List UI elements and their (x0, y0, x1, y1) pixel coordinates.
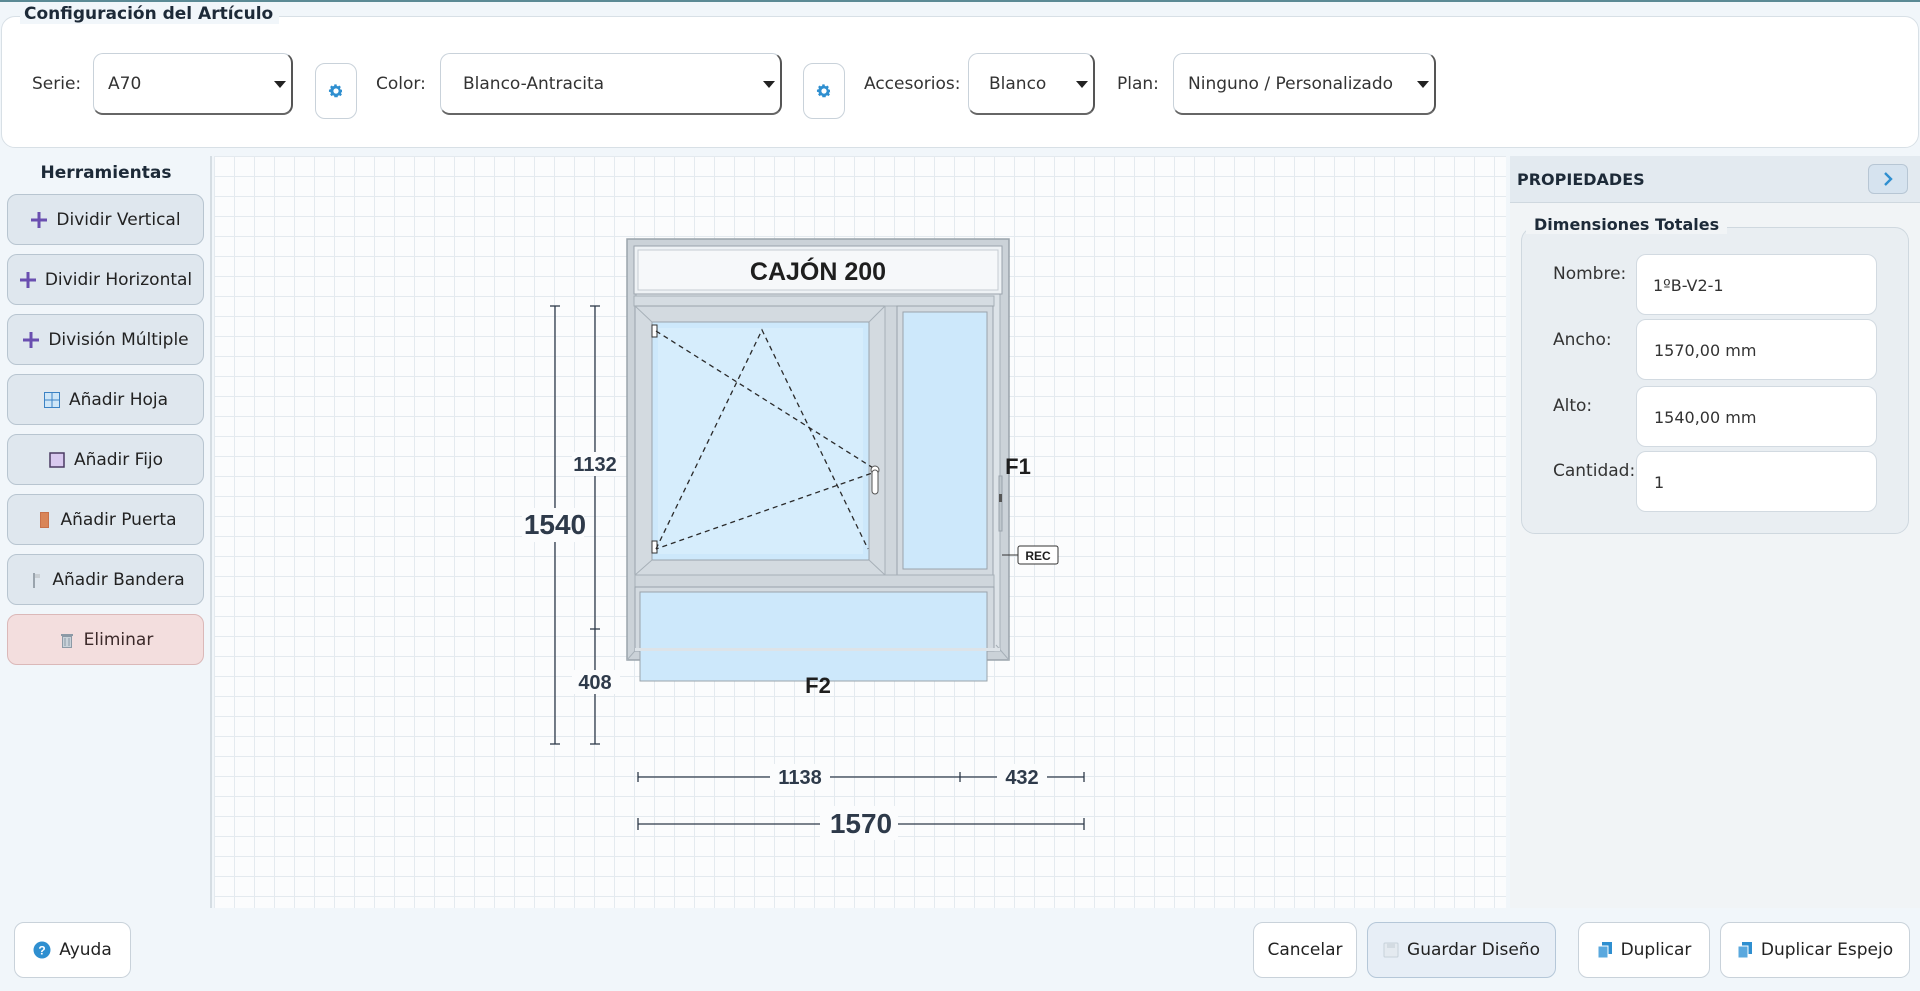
duplicate-mirror-button[interactable]: Duplicar Espejo (1720, 922, 1910, 978)
duplicate-button[interactable]: Duplicar (1578, 922, 1710, 978)
chevron-down-icon (274, 81, 286, 88)
cantidad-field[interactable]: 1 (1636, 451, 1877, 512)
cancel-button[interactable]: Cancelar (1253, 922, 1357, 978)
pane-f2-label: F2 (805, 673, 831, 698)
add-door-button[interactable]: Añadir Puerta (7, 494, 204, 545)
plan-label: Plan: (1117, 74, 1159, 94)
plus-icon (30, 211, 48, 229)
add-flag-button[interactable]: Añadir Bandera (7, 554, 204, 605)
add-sash-button[interactable]: Añadir Hoja (7, 374, 204, 425)
pane-f2 (639, 591, 988, 682)
divide-horizontal-button[interactable]: Dividir Horizontal (7, 254, 204, 305)
save-design-button[interactable]: Guardar Diseño (1367, 922, 1556, 978)
accesorios-label: Accesorios: (864, 74, 961, 94)
save-design-label: Guardar Diseño (1407, 940, 1540, 960)
delete-label: Eliminar (83, 629, 154, 650)
chevron-down-icon (763, 81, 775, 88)
cancel-label: Cancelar (1267, 940, 1343, 960)
duplicate-label: Duplicar (1620, 940, 1692, 960)
ancho-label: Ancho: (1553, 330, 1612, 350)
dim-left-width: 1138 (778, 767, 821, 789)
tools-divider (210, 156, 212, 908)
ancho-field[interactable]: 1570,00 mm (1636, 319, 1877, 380)
serie-select[interactable]: A70 (93, 53, 293, 115)
add-sash-label: Añadir Hoja (68, 389, 169, 410)
window-drawing: CAJÓN 200 F1 F2 REC 1540 1132 408 1138 4… (522, 238, 1085, 840)
gear-icon (328, 84, 344, 98)
nombre-field[interactable]: 1ºB-V2-1 (1636, 254, 1877, 315)
cantidad-label: Cantidad: (1553, 461, 1636, 481)
chevron-down-icon (1076, 81, 1088, 88)
plus-icon (19, 271, 37, 289)
dimensions-group-title: Dimensiones Totales (1526, 215, 1728, 234)
serie-label: Serie: (32, 74, 82, 94)
door-icon (35, 511, 53, 529)
nombre-value: 1ºB-V2-1 (1653, 276, 1724, 295)
tools-title: Herramientas (40, 163, 172, 183)
accesorios-value: Blanco (989, 74, 1047, 94)
rec-label: REC (1025, 549, 1051, 563)
properties-header: PROPIEDADES (1510, 156, 1920, 203)
fixed-pane-icon (48, 451, 66, 469)
nombre-label: Nombre: (1553, 264, 1627, 284)
serie-value: A70 (108, 74, 142, 94)
alto-value: 1540,00 mm (1654, 408, 1757, 427)
cajon-label: CAJÓN 200 (750, 256, 886, 286)
cantidad-value: 1 (1654, 473, 1665, 492)
help-button[interactable]: ? Ayuda (14, 922, 131, 978)
color-select[interactable]: Blanco-Antracita (440, 53, 782, 115)
color-value: Blanco-Antracita (463, 74, 605, 94)
delete-button[interactable]: Eliminar (7, 614, 204, 665)
copy-icon (1597, 942, 1612, 959)
color-settings-button[interactable] (803, 63, 845, 119)
accesorios-select[interactable]: Blanco (968, 53, 1095, 115)
window-sash-icon (43, 391, 61, 409)
divide-vertical-button[interactable]: Dividir Vertical (7, 194, 204, 245)
plan-value: Ninguno / Personalizado (1188, 74, 1394, 94)
multiple-division-button[interactable]: División Múltiple (7, 314, 204, 365)
duplicate-mirror-label: Duplicar Espejo (1760, 940, 1894, 960)
dim-total-width: 1570 (830, 808, 892, 839)
add-door-label: Añadir Puerta (60, 509, 177, 530)
add-flag-label: Añadir Bandera (52, 569, 185, 590)
alto-label: Alto: (1553, 396, 1593, 416)
gear-icon (816, 84, 832, 98)
add-fixed-button[interactable]: Añadir Fijo (7, 434, 204, 485)
ancho-value: 1570,00 mm (1654, 341, 1757, 360)
chevron-down-icon (1417, 81, 1429, 88)
copy-icon (1737, 942, 1752, 959)
divide-vertical-label: Dividir Vertical (56, 209, 181, 230)
multiple-division-label: División Múltiple (48, 329, 189, 350)
top-accent-line (0, 0, 1920, 2)
properties-title: PROPIEDADES (1517, 170, 1645, 189)
alto-field[interactable]: 1540,00 mm (1636, 386, 1877, 447)
svg-text:?: ? (39, 944, 46, 958)
pane-f1 (902, 311, 988, 570)
divide-horizontal-label: Dividir Horizontal (44, 269, 193, 290)
handle (871, 469, 879, 495)
dim-total-height: 1540 (524, 509, 586, 540)
add-fixed-label: Añadir Fijo (73, 449, 164, 470)
save-icon (1383, 942, 1399, 958)
color-label: Color: (376, 74, 426, 94)
dim-right-width: 432 (1005, 767, 1038, 789)
dim-upper-height: 1132 (573, 454, 616, 476)
plan-select[interactable]: Ninguno / Personalizado (1173, 53, 1436, 115)
chevron-right-icon (1884, 172, 1893, 186)
config-title: Configuración del Artículo (20, 4, 280, 24)
dim-lower-height: 408 (578, 672, 611, 694)
plus-icon (22, 331, 40, 349)
design-canvas[interactable]: CAJÓN 200 F1 F2 REC 1540 1132 408 1138 4… (214, 156, 1506, 908)
help-icon: ? (33, 941, 51, 959)
collapse-panel-button[interactable] (1868, 164, 1908, 194)
help-label: Ayuda (59, 940, 112, 960)
pane-f1-label: F1 (1005, 454, 1031, 479)
flag-icon (26, 571, 44, 589)
serie-settings-button[interactable] (315, 63, 357, 119)
trash-icon (58, 631, 76, 649)
